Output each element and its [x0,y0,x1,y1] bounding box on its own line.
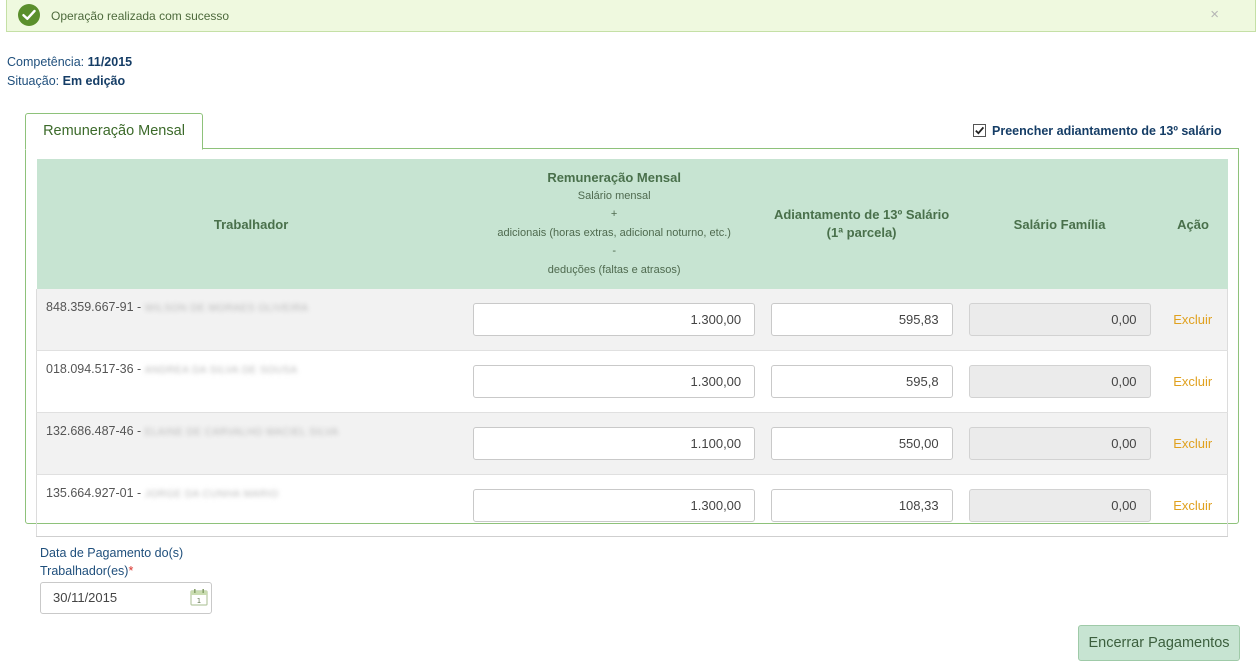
worker-name: WILSON DE MORAES OLIVEIRA [144,303,309,314]
header-remuneracao-sub3: adicionais (horas extras, adicional notu… [497,226,731,239]
tab-remuneracao-mensal[interactable]: Remuneração Mensal [25,113,203,150]
worker-cell: 018.094.517-36 - ANDREA DA SILVA DE SOUS… [35,350,466,413]
excluir-link[interactable]: Excluir [1173,436,1212,451]
payment-date-label-line1: Data de Pagamento do(s) [40,546,184,560]
payment-date-label-text: Trabalhador(es) [40,564,129,578]
header-adiantamento-line1: Adiantamento de 13º Salário [773,207,950,222]
header-remuneracao-sub4: - [612,245,616,258]
header-salario-familia: Salário Família [960,159,1159,289]
excluir-link[interactable]: Excluir [1173,374,1212,389]
worker-name: JORGE DA CUNHA MARIO [144,489,279,500]
table-row: 018.094.517-36 - ANDREA DA SILVA DE SOUS… [35,350,1228,413]
adiantamento-checkbox-label: Preencher adiantamento de 13º salário [992,124,1222,138]
table-row: 135.664.927-01 - JORGE DA CUNHA MARIO 1.… [35,474,1228,537]
header-remuneracao-sub2: + [610,208,618,221]
worker-cpf: 132.686.487-46 - [46,424,142,438]
header-remuneracao-sub1: Salário mensal [577,189,651,202]
payment-date-label-line2: Trabalhador(es)* [40,562,183,580]
worker-cpf: 018.094.517-36 - [46,362,142,376]
header-trabalhador: Trabalhador [36,159,466,289]
worker-cpf: 848.359.667-91 - [46,300,142,314]
adiantamento-input[interactable]: 595,83 [770,303,953,336]
adiantamento-checkbox[interactable] [973,124,986,137]
competencia-info: Competência: 11/2015 [7,55,132,69]
header-remuneracao-sub5: deduções (faltas e atrasos) [547,263,681,276]
calendar-day: 1 [197,597,201,605]
header-acao: Ação [1158,159,1228,289]
excluir-link[interactable]: Excluir [1173,312,1212,327]
calendar-icon[interactable]: 1 [190,588,208,606]
remuneracao-input[interactable]: 1.100,00 [473,427,756,460]
worker-cell: 848.359.667-91 - WILSON DE MORAES OLIVEI… [35,289,466,351]
check-circle-icon [18,4,40,26]
situacao-label: Situação: [7,74,60,88]
worker-name: ELAINE DE CARVALHO MACIEL SILVA [144,427,339,438]
situacao-value: Em edição [62,74,126,88]
success-alert: Operação realizada com sucesso × [6,0,1256,32]
excluir-link[interactable]: Excluir [1173,498,1212,513]
header-remuneracao-title: Remuneração Mensal [547,169,681,185]
salario-familia-field: 0,00 [968,427,1151,460]
competencia-label: Competência: [7,55,85,69]
remuneracao-input[interactable]: 1.300,00 [473,365,756,398]
header-adiantamento: Adiantamento de 13º Salário (1ª parcela) [762,159,961,289]
worker-cell: 135.664.927-01 - JORGE DA CUNHA MARIO [35,474,466,537]
table-row: 848.359.667-91 - WILSON DE MORAES OLIVEI… [35,289,1228,351]
remuneracao-input[interactable]: 1.300,00 [473,489,756,522]
payment-date-label: Data de Pagamento do(s) Trabalhador(es)* [40,544,183,580]
adiantamento-input[interactable]: 108,33 [770,489,953,522]
worker-cpf: 135.664.927-01 - [46,486,142,500]
payment-date-value: 30/11/2015 [53,590,118,605]
adiantamento-checkbox-row[interactable]: Preencher adiantamento de 13º salário [973,124,1222,138]
header-remuneracao: Remuneração Mensal Salário mensal + adic… [465,159,763,289]
header-adiantamento-line2: (1ª parcela) [826,225,897,240]
competencia-value: 11/2015 [87,55,133,69]
required-mark: * [128,564,134,578]
adiantamento-input[interactable]: 595,8 [770,365,953,398]
close-icon[interactable]: × [1210,7,1219,22]
checkmark-icon [975,126,985,135]
worker-cell: 132.686.487-46 - ELAINE DE CARVALHO MACI… [35,412,466,475]
worker-name: ANDREA DA SILVA DE SOUSA [144,365,298,376]
remuneracao-input[interactable]: 1.300,00 [473,303,756,336]
salario-familia-field: 0,00 [968,489,1151,522]
alert-message: Operação realizada com sucesso [51,9,230,23]
situacao-info: Situação: Em edição [7,74,125,88]
adiantamento-input[interactable]: 550,00 [770,427,953,460]
workers-table: Trabalhador Remuneração Mensal Salário m… [35,159,1228,537]
encerrar-pagamentos-button[interactable]: Encerrar Pagamentos [1078,625,1240,661]
payment-date-input[interactable]: 30/11/2015 1 [40,582,212,614]
salario-familia-field: 0,00 [968,365,1151,398]
table-row: 132.686.487-46 - ELAINE DE CARVALHO MACI… [35,412,1228,475]
salario-familia-field: 0,00 [968,303,1151,336]
